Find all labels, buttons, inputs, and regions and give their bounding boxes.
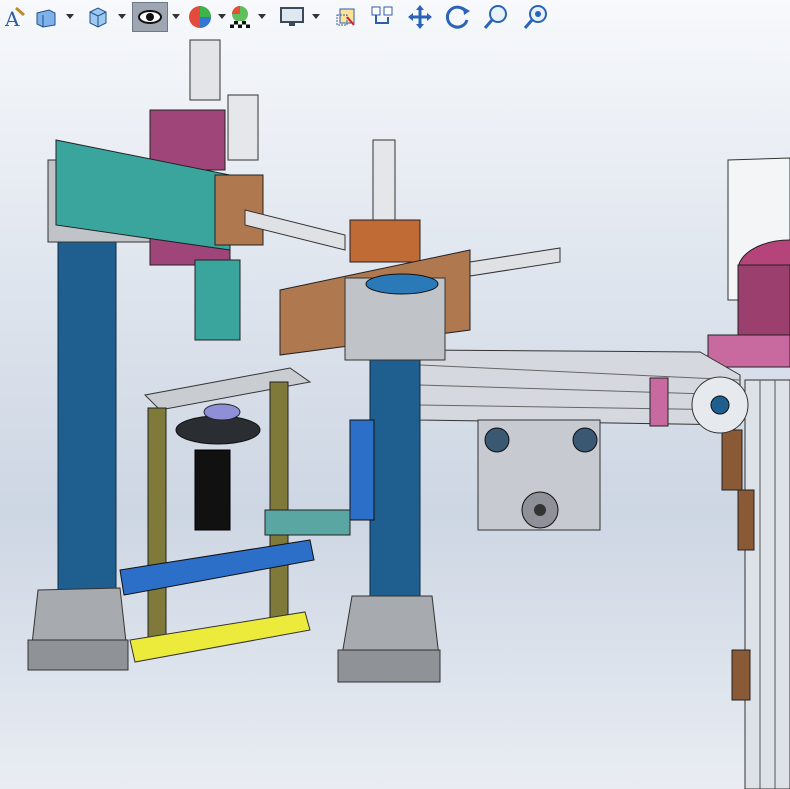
zoom-to-fit-icon[interactable] [332,2,360,32]
conveyor[interactable] [419,349,749,531]
chevron-down-icon[interactable] [118,12,126,22]
right-frame[interactable] [707,157,790,789]
rotate-view-icon[interactable] [444,2,472,32]
3d-viewport[interactable]: A [0,0,790,789]
cylinders[interactable] [244,139,561,277]
chevron-down-icon[interactable] [258,12,266,22]
chevron-down-icon[interactable] [312,12,320,22]
display-style-icon[interactable] [84,2,112,32]
zoom-to-area-icon[interactable] [368,2,396,32]
chevron-down-icon[interactable] [218,12,226,22]
zoom-to-selection-icon[interactable] [522,2,550,32]
view-settings-icon[interactable] [278,2,306,32]
section-view-icon[interactable] [32,2,60,32]
lower-fixture[interactable] [119,367,351,663]
chevron-down-icon[interactable] [172,12,180,22]
annotation-icon[interactable]: A [0,2,28,32]
heads-up-view-toolbar: A [0,0,560,34]
right-column[interactable] [279,249,471,683]
apply-scene-icon[interactable] [226,2,254,32]
hide-show-items-icon[interactable] [132,2,168,32]
edit-appearance-icon[interactable] [186,2,214,32]
assembly-model[interactable] [0,0,790,789]
zoom-in-out-icon[interactable] [482,2,510,32]
pan-icon[interactable] [406,2,434,32]
chevron-down-icon[interactable] [66,12,74,22]
